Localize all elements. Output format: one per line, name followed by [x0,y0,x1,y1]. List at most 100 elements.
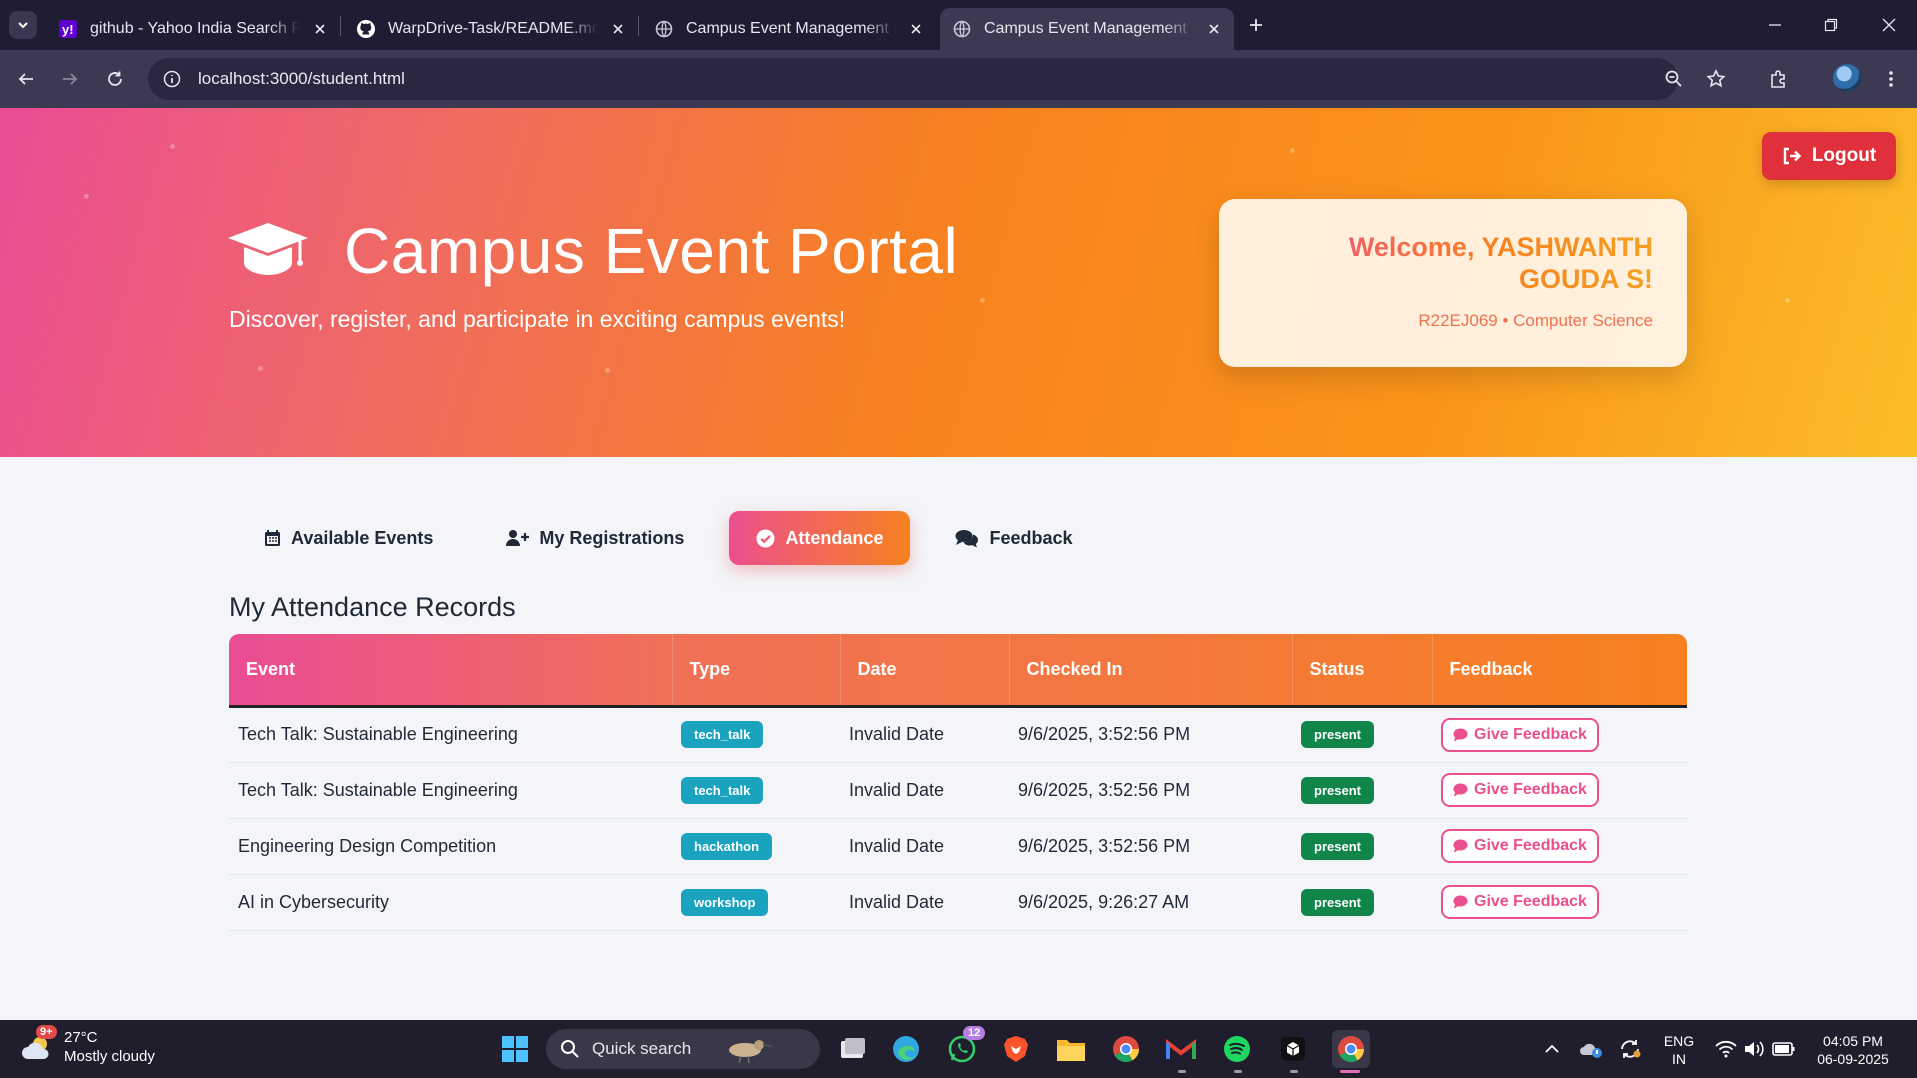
tab-title: WarpDrive-Task/README.md at [388,20,598,37]
close-icon[interactable] [908,21,924,37]
volume-icon[interactable] [1738,1033,1770,1065]
globe-favicon [654,19,674,39]
taskbar-search[interactable]: Quick search [546,1029,820,1069]
battery-icon[interactable] [1768,1033,1800,1065]
welcome-title: Welcome, YASHWANTH GOUDA S! [1253,231,1653,295]
page-tagline: Discover, register, and participate in e… [229,306,846,332]
feedback-cell: Give Feedback [1432,762,1687,819]
clock[interactable]: 04:05 PM 06-09-2025 [1808,1032,1898,1068]
browser-tab-3[interactable]: Campus Event Management Pla [642,8,936,50]
column-header-date: Date [840,634,1010,708]
comment-icon [1453,895,1468,909]
language-code: ENG [1663,1033,1695,1049]
browser-tab-2[interactable]: WarpDrive-Task/README.md at [344,8,638,50]
address-bar[interactable]: localhost:3000/student.html [148,58,1726,100]
language-indicator[interactable]: ENG IN [1662,1032,1696,1068]
zoom-icon[interactable] [1659,64,1689,94]
tab-my-registrations[interactable]: My Registrations [478,511,711,565]
table-header-row: Event Type Date Checked In Status Feedba… [229,634,1687,708]
give-feedback-button[interactable]: Give Feedback [1441,773,1599,807]
tab-search-button[interactable] [9,11,37,39]
spotify-icon[interactable] [1221,1033,1253,1065]
give-feedback-label: Give Feedback [1474,781,1587,798]
sync-icon[interactable] [1614,1033,1646,1065]
tab-title: github - Yahoo India Search Res [90,20,300,37]
whatsapp-unread-badge: 12 [963,1026,986,1040]
status-cell: present [1292,706,1432,763]
event-name: Tech Talk: Sustainable Engineering [229,762,672,819]
decor-dot [605,368,610,373]
minimize-button[interactable] [1760,10,1790,40]
browser-tab-strip: y! github - Yahoo India Search Res WarpD… [0,0,1917,50]
column-header-feedback: Feedback [1432,634,1687,708]
tab-title: Campus Event Management Pla [686,20,896,37]
brave-browser-icon[interactable] [1000,1033,1032,1065]
close-window-button[interactable] [1874,10,1904,40]
arrow-right-icon [63,73,78,85]
give-feedback-button[interactable]: Give Feedback [1441,717,1599,752]
forward-button[interactable] [55,64,85,94]
tab-separator [340,16,341,36]
profile-avatar[interactable] [1833,64,1861,92]
back-button[interactable] [11,64,41,94]
student-meta: R22EJ069 • Computer Science [1418,311,1653,330]
onedrive-icon[interactable] [1575,1033,1607,1065]
attendance-table: Event Type Date Checked In Status Feedba… [229,634,1687,931]
new-tab-button[interactable] [1243,12,1269,38]
portal-tabs: Available Events My Registrations Attend… [237,511,1118,565]
kebab-menu-icon [1889,71,1893,87]
browser-menu-button[interactable] [1876,64,1906,94]
clock-time: 04:05 PM [1823,1033,1883,1049]
close-icon[interactable] [1206,21,1222,37]
temperature: 27°C [64,1029,98,1046]
check-circle-icon [756,529,775,547]
weather-alert-badge: 9+ [36,1025,57,1039]
table-row: AI in Cybersecurity workshop Invalid Dat… [229,874,1687,931]
file-explorer-icon[interactable] [1055,1033,1087,1065]
clock-date: 06-09-2025 [1817,1051,1889,1067]
chrome-icon[interactable] [1110,1033,1142,1065]
bookmark-star-icon[interactable] [1701,64,1731,94]
comment-icon [1453,839,1468,853]
chrome-active-icon[interactable] [1332,1030,1370,1068]
status-badge: present [1301,832,1374,860]
extensions-button[interactable] [1764,64,1794,94]
task-view-icon[interactable] [837,1033,869,1065]
site-info-icon[interactable] [152,59,192,99]
logout-button[interactable]: Logout [1762,132,1896,180]
column-header-type: Type [672,634,841,708]
tab-attendance[interactable]: Attendance [729,511,911,565]
reload-button[interactable] [100,64,130,94]
edge-browser-icon[interactable] [890,1033,922,1065]
weather-widget[interactable]: 9+ 27°C Mostly cloudy [20,1025,155,1066]
app-box-icon[interactable] [1277,1033,1309,1065]
give-feedback-button[interactable]: Give Feedback [1441,829,1599,863]
windows-logo-icon [502,1036,528,1062]
whatsapp-icon[interactable]: 12 [946,1026,986,1065]
checked-in-time: 9/6/2025, 3:52:56 PM [1009,706,1292,763]
search-icon [561,1040,579,1058]
search-label: Quick search [592,1039,692,1058]
plus-icon [1250,19,1262,31]
close-icon[interactable] [312,21,328,37]
event-date: Invalid Date [840,874,1009,931]
column-header-event: Event [229,634,673,708]
start-button[interactable] [499,1033,531,1065]
comment-icon [1453,783,1468,797]
close-icon[interactable] [610,21,626,37]
tab-feedback[interactable]: Feedback [928,511,1099,565]
restore-button[interactable] [1816,10,1846,40]
chevron-down-icon [18,22,28,29]
status-cell: present [1292,874,1432,931]
checked-in-time: 9/6/2025, 3:52:56 PM [1009,818,1292,875]
decor-dot [1785,298,1790,303]
brand: Campus Event Portal [226,214,958,288]
gmail-icon[interactable] [1165,1033,1197,1065]
checked-in-time: 9/6/2025, 3:52:56 PM [1009,762,1292,819]
browser-tab-1[interactable]: y! github - Yahoo India Search Res [46,8,340,50]
show-hidden-icons-button[interactable] [1536,1033,1568,1065]
browser-tab-4-active[interactable]: Campus Event Management - S [940,8,1234,50]
give-feedback-button[interactable]: Give Feedback [1441,885,1599,919]
column-header-checked-in: Checked In [1009,634,1293,708]
tab-available-events[interactable]: Available Events [237,511,460,565]
